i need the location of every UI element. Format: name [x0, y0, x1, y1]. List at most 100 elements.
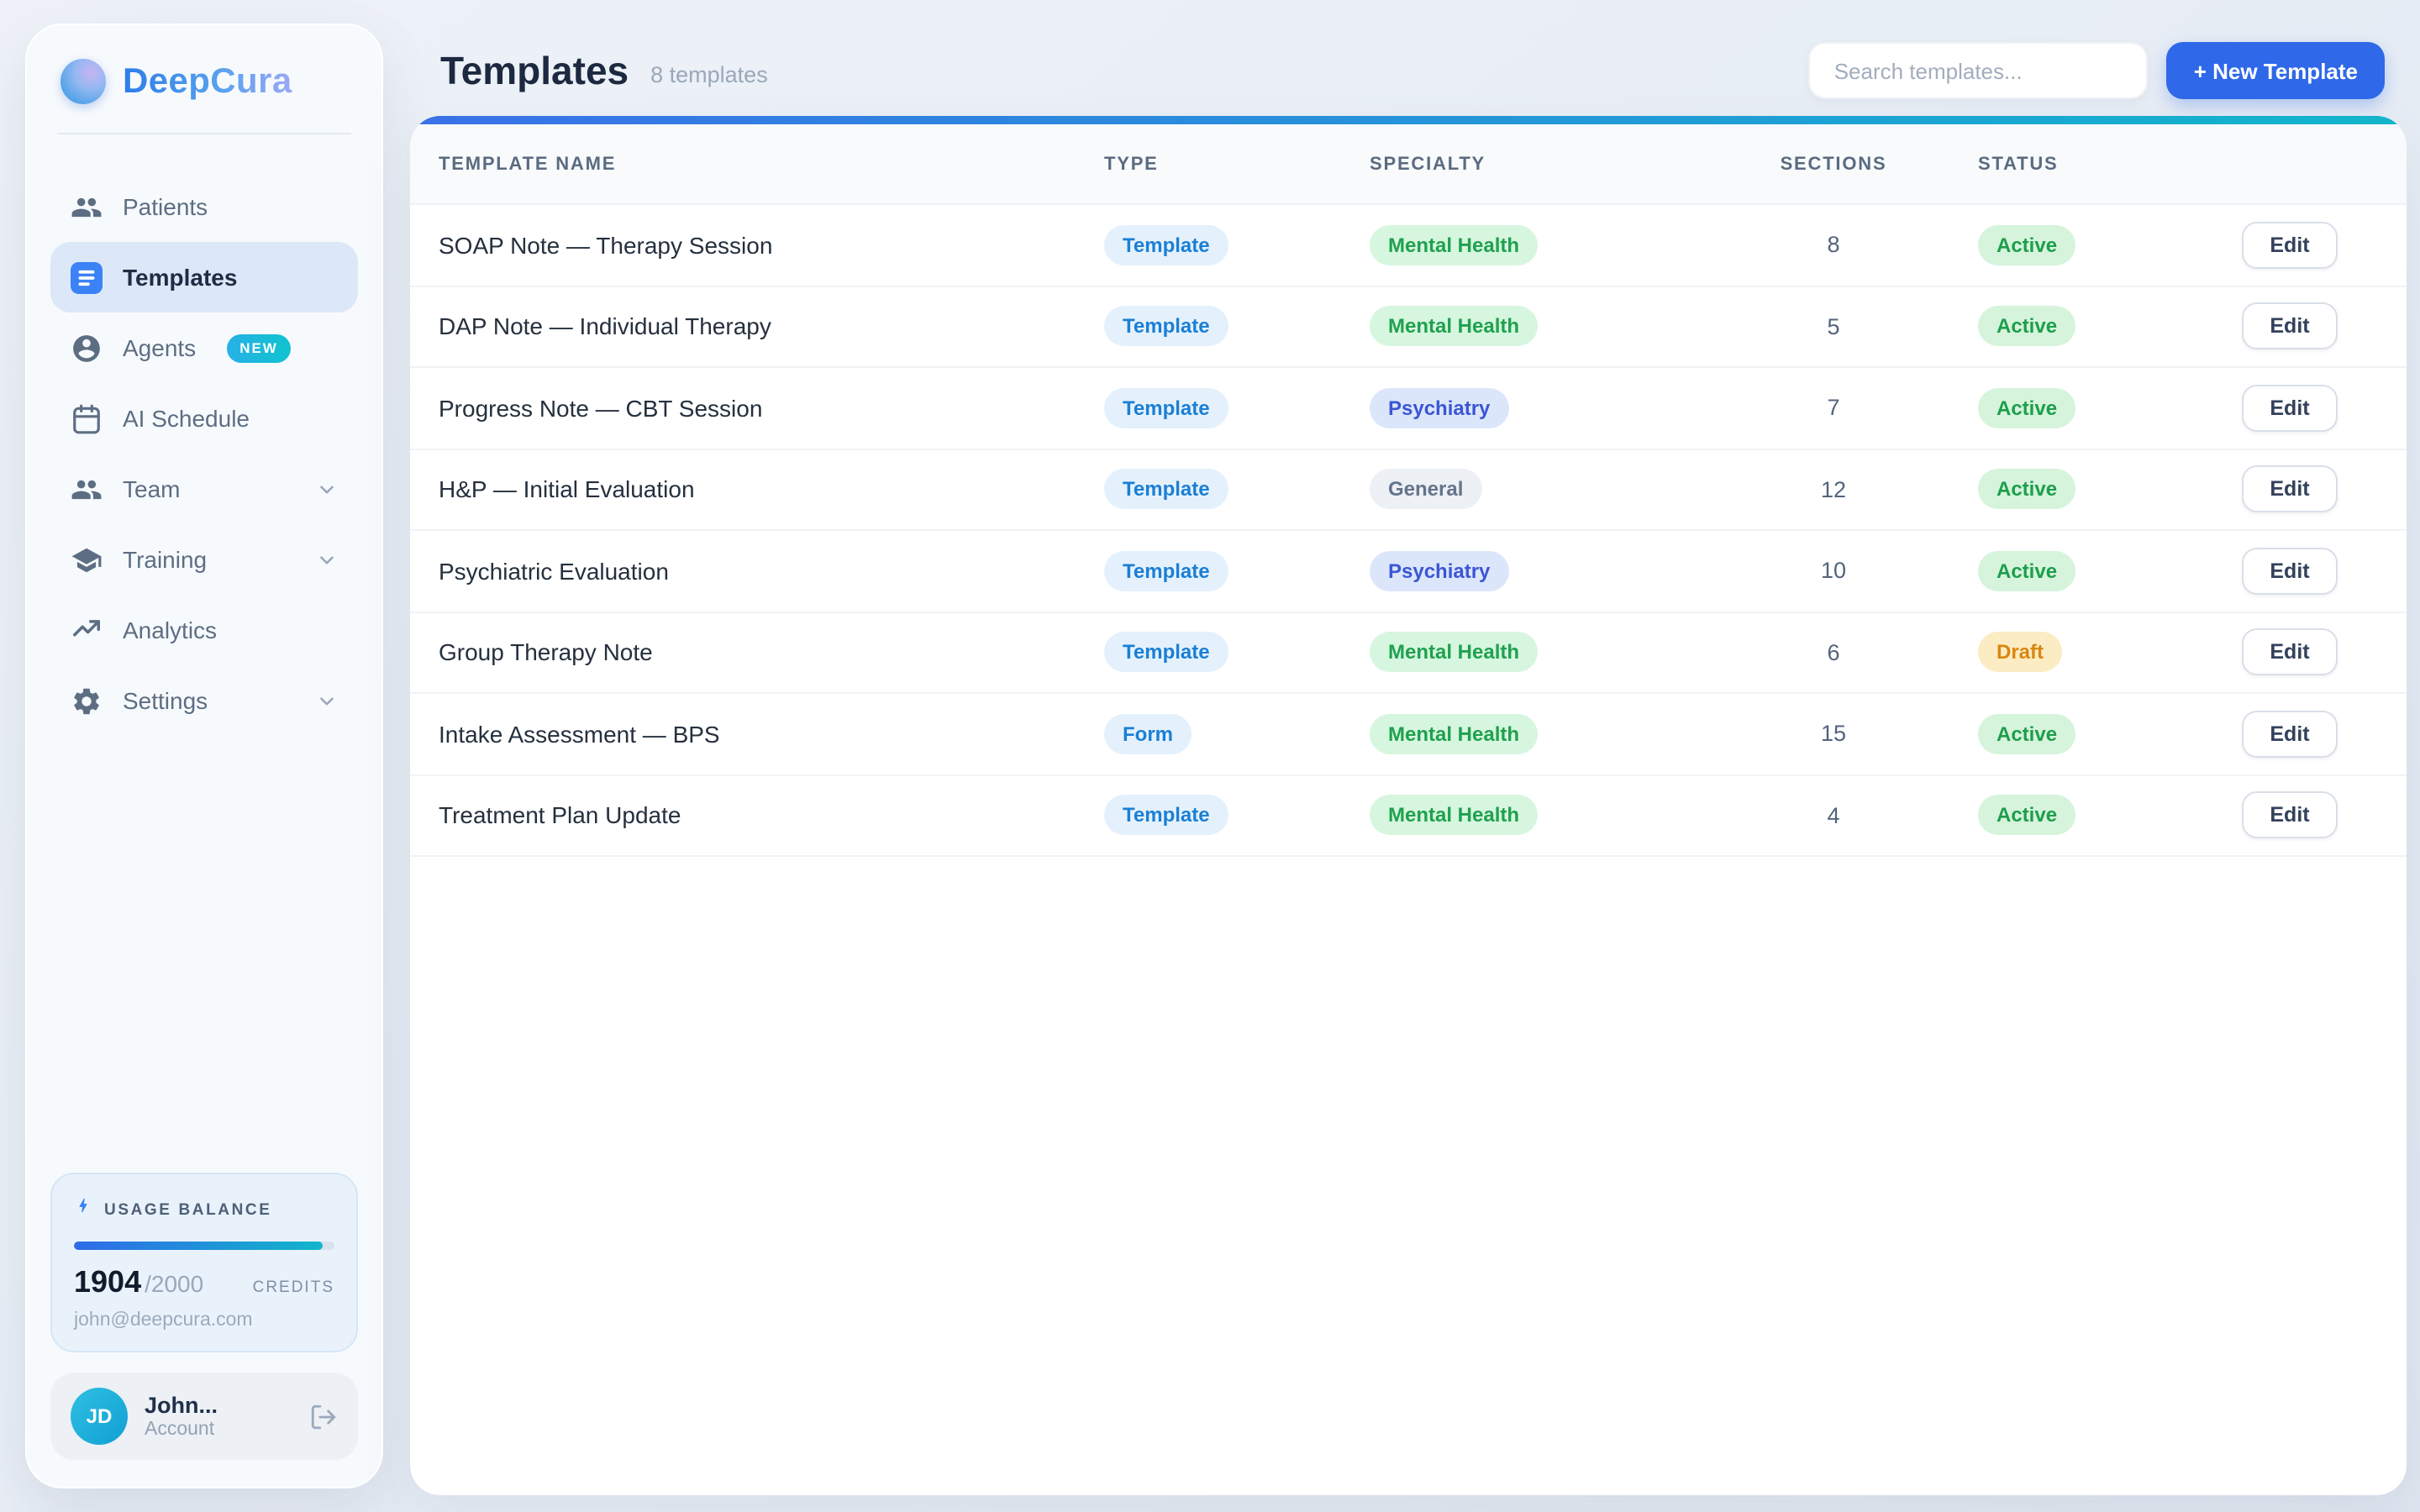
- table-row: Psychiatric Evaluation Template Psychiat…: [410, 531, 2407, 612]
- type-badge: Form: [1104, 714, 1192, 754]
- usage-balance-card: USAGE BALANCE 1904 /2000 CREDITS john@de…: [50, 1173, 358, 1352]
- specialty-badge: Mental Health: [1370, 795, 1538, 836]
- sidebar-spacer: [50, 736, 358, 1173]
- col-status: STATUS: [1934, 154, 2200, 174]
- specialty-badge: Psychiatry: [1370, 388, 1508, 428]
- type-badge: Template: [1104, 633, 1228, 673]
- status-badge: Draft: [1978, 633, 2062, 673]
- agent-icon: [71, 332, 103, 364]
- table-row: H&P — Initial Evaluation Template Genera…: [410, 449, 2407, 531]
- template-name: DAP Note — Individual Therapy: [439, 313, 1104, 340]
- edit-button[interactable]: Edit: [2241, 466, 2338, 513]
- table-header-row: TEMPLATE NAME TYPE SPECIALTY SECTIONS ST…: [410, 124, 2407, 205]
- sidebar-item-analytics[interactable]: Analytics: [50, 595, 358, 665]
- credits-total: /2000: [145, 1270, 203, 1297]
- template-count: 8 templates: [650, 61, 768, 87]
- account-email: john@deepcura.com: [74, 1310, 334, 1331]
- col-specialty: SPECIALTY: [1370, 154, 1733, 174]
- status-badge: Active: [1978, 714, 2075, 754]
- table-row: Intake Assessment — BPS Form Mental Heal…: [410, 694, 2407, 775]
- sections-count: 4: [1733, 803, 1934, 828]
- sidebar-item-training[interactable]: Training: [50, 524, 358, 595]
- template-name: Progress Note — CBT Session: [439, 395, 1104, 422]
- template-name: Psychiatric Evaluation: [439, 558, 1104, 585]
- type-badge: Template: [1104, 388, 1228, 428]
- credits-used: 1904: [74, 1265, 141, 1300]
- usage-balance-title: USAGE BALANCE: [104, 1200, 272, 1219]
- sidebar-item-templates[interactable]: Templates: [50, 242, 358, 312]
- chevron-down-icon: [316, 690, 338, 711]
- sidebar-nav: Patients Templates Agents NEW AI Schedul…: [50, 171, 358, 736]
- page-title: Templates: [440, 48, 629, 93]
- col-sections: SECTIONS: [1733, 154, 1934, 174]
- patients-icon: [71, 191, 103, 223]
- sidebar-item-team[interactable]: Team: [50, 454, 358, 524]
- table-row: DAP Note — Individual Therapy Template M…: [410, 286, 2407, 368]
- sidebar-item-ai-schedule[interactable]: AI Schedule: [50, 383, 358, 454]
- specialty-badge: Mental Health: [1370, 225, 1538, 265]
- template-name: H&P — Initial Evaluation: [439, 476, 1104, 503]
- sections-count: 5: [1733, 314, 1934, 339]
- edit-button[interactable]: Edit: [2241, 792, 2338, 839]
- user-subtitle: Account: [145, 1420, 218, 1440]
- credits-progress-track: [74, 1242, 334, 1250]
- edit-button[interactable]: Edit: [2241, 629, 2338, 676]
- edit-button[interactable]: Edit: [2241, 303, 2338, 350]
- user-name: John...: [145, 1393, 218, 1418]
- type-badge: Template: [1104, 470, 1228, 510]
- new-template-button[interactable]: + New Template: [2167, 42, 2385, 99]
- sections-count: 7: [1733, 396, 1934, 421]
- edit-button[interactable]: Edit: [2241, 385, 2338, 432]
- sections-count: 10: [1733, 559, 1934, 584]
- bolt-icon: [74, 1194, 92, 1225]
- brand-name: DeepCura: [123, 61, 292, 102]
- sidebar-item-settings[interactable]: Settings: [50, 665, 358, 736]
- specialty-badge: Mental Health: [1370, 714, 1538, 754]
- table-row: Progress Note — CBT Session Template Psy…: [410, 368, 2407, 449]
- specialty-badge: Psychiatry: [1370, 551, 1508, 591]
- sections-count: 8: [1733, 233, 1934, 258]
- type-badge: Template: [1104, 307, 1228, 347]
- sections-count: 6: [1733, 640, 1934, 665]
- gear-icon: [71, 685, 103, 717]
- templates-icon: [71, 261, 103, 293]
- logout-icon[interactable]: [309, 1402, 338, 1431]
- specialty-badge: Mental Health: [1370, 633, 1538, 673]
- sections-count: 12: [1733, 477, 1934, 502]
- sidebar-divider: [57, 133, 351, 134]
- brand-logo: DeepCura: [50, 55, 358, 108]
- chevron-down-icon: [316, 478, 338, 500]
- sections-count: 15: [1733, 722, 1934, 747]
- new-badge: NEW: [226, 333, 292, 362]
- status-badge: Active: [1978, 225, 2075, 265]
- col-template-name: TEMPLATE NAME: [439, 154, 1104, 174]
- status-badge: Active: [1978, 795, 2075, 836]
- calendar-icon: [71, 402, 103, 434]
- edit-button[interactable]: Edit: [2241, 711, 2338, 758]
- status-badge: Active: [1978, 470, 2075, 510]
- sidebar-item-agents[interactable]: Agents NEW: [50, 312, 358, 383]
- sidebar: DeepCura Patients Templates Agents NEW A…: [25, 24, 383, 1488]
- template-name: SOAP Note — Therapy Session: [439, 232, 1104, 259]
- page-header: Templates 8 templates + New Template: [440, 40, 2385, 101]
- accent-gradient-bar: [410, 116, 2407, 124]
- template-name: Treatment Plan Update: [439, 802, 1104, 829]
- table-row: Group Therapy Note Template Mental Healt…: [410, 612, 2407, 694]
- status-badge: Active: [1978, 307, 2075, 347]
- type-badge: Template: [1104, 225, 1228, 265]
- edit-button[interactable]: Edit: [2241, 548, 2338, 595]
- specialty-badge: General: [1370, 470, 1481, 510]
- col-type: TYPE: [1104, 154, 1370, 174]
- search-input[interactable]: [1809, 42, 2149, 99]
- edit-button[interactable]: Edit: [2241, 222, 2338, 269]
- credits-label: CREDITS: [253, 1278, 334, 1297]
- avatar: JD: [71, 1388, 128, 1445]
- training-icon: [71, 543, 103, 575]
- sidebar-item-patients[interactable]: Patients: [50, 171, 358, 242]
- app-window: DeepCura Patients Templates Agents NEW A…: [0, 0, 2420, 1512]
- specialty-badge: Mental Health: [1370, 307, 1538, 347]
- account-button[interactable]: JD John... Account: [50, 1373, 358, 1460]
- template-name: Intake Assessment — BPS: [439, 721, 1104, 748]
- templates-table-card: TEMPLATE NAME TYPE SPECIALTY SECTIONS ST…: [410, 116, 2407, 1495]
- analytics-icon: [71, 614, 103, 646]
